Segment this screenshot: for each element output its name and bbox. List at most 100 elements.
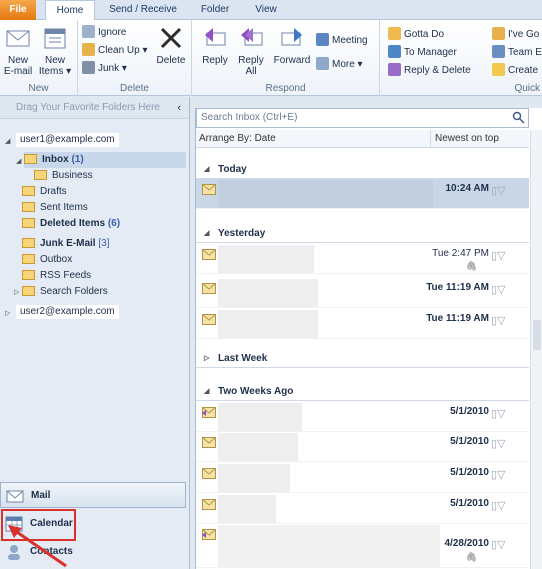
message-row[interactable]: 5/1/2010 ▯▽ bbox=[196, 402, 529, 432]
group-header-today[interactable]: ◢ Today bbox=[196, 161, 529, 179]
redacted-message-preview bbox=[218, 310, 318, 338]
reply-label: Reply bbox=[202, 55, 228, 66]
search-icon[interactable] bbox=[512, 111, 525, 124]
reply-all-icon bbox=[241, 28, 263, 46]
search-placeholder: Search Inbox (Ctrl+E) bbox=[201, 112, 298, 123]
group-collapse-icon: ◢ bbox=[204, 230, 210, 237]
new-email-label-2: E-mail bbox=[3, 66, 33, 77]
gotta-do-icon bbox=[388, 27, 401, 40]
message-row[interactable]: 10:24 AM ▯▽ bbox=[196, 179, 529, 209]
nav-contacts-button[interactable]: Contacts bbox=[0, 539, 186, 565]
group-yesterday-label: Yesterday bbox=[218, 228, 266, 239]
message-time: 5/1/2010 bbox=[450, 498, 489, 509]
message-row[interactable]: 5/1/2010 ▯▽ bbox=[196, 494, 529, 524]
envelope-icon bbox=[202, 468, 216, 479]
folder-business[interactable]: Business bbox=[34, 168, 93, 184]
message-row[interactable]: 4/28/2010 🖇 ▯▽ bbox=[196, 524, 529, 568]
gotta-do-label: Gotta Do bbox=[404, 29, 445, 40]
tab-folder[interactable]: Folder bbox=[190, 0, 240, 20]
tab-file[interactable]: File bbox=[0, 0, 36, 20]
quickstep-reply-delete[interactable]: Reply & Delete bbox=[388, 62, 471, 79]
group-expand-icon: ▷ bbox=[204, 355, 210, 362]
team-label: Team E bbox=[508, 47, 542, 58]
vertical-scrollbar[interactable] bbox=[530, 130, 542, 569]
forward-button[interactable]: Forward bbox=[272, 24, 312, 66]
forward-icon bbox=[281, 28, 302, 46]
quickstep-team[interactable]: Team E bbox=[492, 44, 542, 61]
collapse-nav-button[interactable]: ‹ bbox=[177, 97, 181, 119]
ignore-button[interactable]: Ignore bbox=[82, 24, 126, 41]
quickstep-to-manager[interactable]: To Manager bbox=[388, 44, 457, 61]
group-collapse-icon: ◢ bbox=[204, 388, 210, 395]
message-row[interactable]: 5/1/2010 ▯▽ bbox=[196, 432, 529, 462]
junk-label: Junk ▾ bbox=[98, 63, 127, 74]
more-respond-icon bbox=[316, 57, 329, 70]
account2-expand-icon[interactable]: ▷ bbox=[5, 309, 10, 317]
reply-button[interactable]: Reply bbox=[198, 24, 232, 66]
ignore-label: Ignore bbox=[98, 27, 127, 38]
flag-icon[interactable]: ▯▽ bbox=[491, 184, 511, 197]
flag-icon[interactable]: ▯▽ bbox=[491, 538, 511, 551]
flag-icon[interactable]: ▯▽ bbox=[491, 314, 511, 327]
search-inbox-input[interactable]: Search Inbox (Ctrl+E) bbox=[196, 108, 529, 128]
flag-icon[interactable]: ▯▽ bbox=[491, 437, 511, 450]
meeting-button[interactable]: Meeting bbox=[316, 32, 368, 49]
sort-order-button[interactable]: Newest on top bbox=[430, 130, 499, 148]
flag-icon[interactable]: ▯▽ bbox=[491, 283, 511, 296]
folder-outbox[interactable]: Outbox bbox=[22, 252, 72, 268]
message-row[interactable]: Tue 11:19 AM ▯▽ bbox=[196, 309, 529, 339]
folder-search-folders[interactable]: Search Folders bbox=[22, 284, 108, 300]
clean-up-label: Clean Up ▾ bbox=[98, 45, 148, 56]
ribbon-group-quick-steps: Gotta Do To Manager Reply & Delete I've … bbox=[380, 20, 542, 96]
folder-sent-items[interactable]: Sent Items bbox=[22, 200, 88, 216]
delete-button[interactable]: Delete bbox=[154, 24, 188, 66]
quickstep-gotta-do[interactable]: Gotta Do bbox=[388, 26, 444, 43]
message-time: 4/28/2010 bbox=[444, 538, 490, 549]
new-email-button[interactable]: New E-mail bbox=[2, 24, 34, 77]
account1-expand-icon[interactable]: ◢ bbox=[5, 137, 10, 145]
account1-header[interactable]: user1@example.com bbox=[16, 133, 119, 147]
folder-inbox[interactable]: Inbox (1) bbox=[24, 152, 186, 168]
group-label-quick-steps: Quick bbox=[514, 83, 540, 94]
folder-junk-label: Junk E-Mail bbox=[40, 238, 96, 249]
group-header-last-week[interactable]: ▷ Last Week bbox=[196, 350, 529, 368]
redacted-message-preview bbox=[218, 525, 440, 567]
ive-got-icon bbox=[492, 27, 505, 40]
flag-icon[interactable]: ▯▽ bbox=[491, 249, 511, 262]
flag-icon[interactable]: ▯▽ bbox=[491, 468, 511, 481]
scrollbar-thumb[interactable] bbox=[533, 320, 541, 350]
nav-mail-label: Mail bbox=[31, 490, 51, 501]
clean-up-button[interactable]: Clean Up ▾ bbox=[82, 42, 148, 59]
message-row[interactable]: Tue 2:47 PM 🖇 ▯▽ bbox=[196, 244, 529, 274]
message-time: Tue 11:19 AM bbox=[426, 282, 489, 293]
junk-button[interactable]: Junk ▾ bbox=[82, 60, 127, 77]
business-folder-icon bbox=[34, 170, 47, 180]
group-header-yesterday[interactable]: ◢ Yesterday bbox=[196, 225, 529, 243]
folder-junk-email[interactable]: Junk E-Mail [3] bbox=[22, 236, 109, 252]
quickstep-ive-got[interactable]: I've Go bbox=[492, 26, 539, 43]
folder-drafts[interactable]: Drafts bbox=[22, 184, 67, 200]
folder-rss-feeds[interactable]: RSS Feeds bbox=[22, 268, 91, 284]
search-folder-icon bbox=[22, 286, 35, 296]
new-items-label-2: Items ▾ bbox=[38, 66, 72, 77]
message-row[interactable]: Tue 11:19 AM ▯▽ bbox=[196, 278, 529, 308]
quickstep-create[interactable]: Create bbox=[492, 62, 538, 79]
flag-icon[interactable]: ▯▽ bbox=[491, 407, 511, 420]
tab-home[interactable]: Home bbox=[45, 0, 95, 21]
reply-all-button[interactable]: Reply All bbox=[234, 24, 268, 77]
message-time: Tue 11:19 AM bbox=[426, 313, 489, 324]
nav-mail-button[interactable]: Mail bbox=[0, 482, 186, 508]
search-folders-expand-icon[interactable]: ▷ bbox=[14, 288, 19, 296]
inbox-expand-icon[interactable]: ◢ bbox=[16, 157, 21, 165]
arrange-by-button[interactable]: Arrange By: Date bbox=[199, 130, 276, 148]
flag-icon[interactable]: ▯▽ bbox=[491, 499, 511, 512]
new-items-button[interactable]: New Items ▾ bbox=[36, 24, 74, 77]
account2-header[interactable]: user2@example.com bbox=[16, 305, 119, 319]
contacts-icon bbox=[8, 545, 20, 560]
tab-view[interactable]: View bbox=[244, 0, 288, 20]
group-header-two-weeks-ago[interactable]: ◢ Two Weeks Ago bbox=[196, 383, 529, 401]
more-respond-button[interactable]: More ▾ bbox=[316, 56, 363, 73]
tab-send-receive[interactable]: Send / Receive bbox=[100, 0, 186, 20]
folder-deleted-items[interactable]: Deleted Items (6) bbox=[22, 216, 120, 232]
message-row[interactable]: 5/1/2010 ▯▽ bbox=[196, 463, 529, 493]
